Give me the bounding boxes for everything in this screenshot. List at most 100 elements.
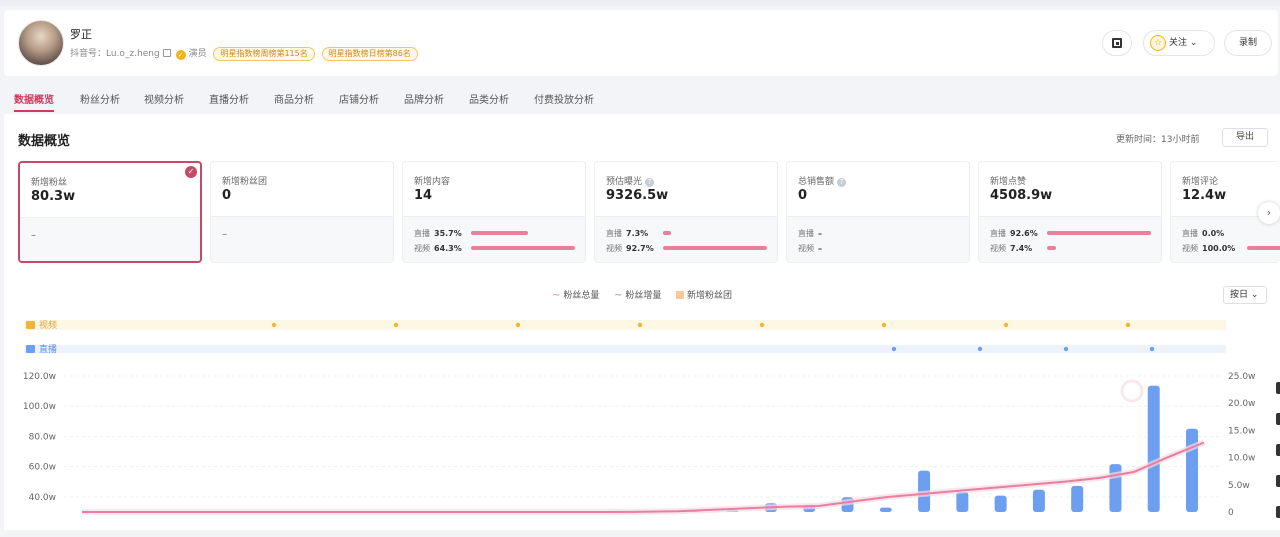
tab-goods[interactable]: 商品分析 xyxy=(274,91,314,106)
left-tick-label: 40.0w xyxy=(29,493,56,503)
export-button[interactable]: 导出 xyxy=(1222,128,1268,147)
tab-video[interactable]: 视频分析 xyxy=(144,91,184,106)
right-tick-label: 25.0w xyxy=(1228,372,1255,382)
live-share-row: 直播 35.7% xyxy=(414,228,462,239)
card-bottom-value: – xyxy=(222,229,227,240)
tab-overview[interactable]: 数据概览 xyxy=(14,91,54,112)
video-label: 视频 xyxy=(990,244,1006,253)
lane-video-label: 视频 xyxy=(39,319,57,331)
legend-increment[interactable]: ~ 粉丝增量 xyxy=(614,288,661,301)
legend-fan-group[interactable]: 新增粉丝团 xyxy=(676,288,732,301)
increment-bar xyxy=(956,491,969,512)
metric-card-new-content[interactable]: 新增内容 14 直播 35.7% 视频 64.3% xyxy=(402,161,586,263)
live-event-marker xyxy=(891,346,897,352)
video-pct: – xyxy=(818,244,822,253)
live-event-marker xyxy=(977,346,983,352)
left-tick-label: 120.0w xyxy=(23,372,56,382)
card-bottom: 直播 – 视频 – xyxy=(787,216,969,262)
update-time: 更新时间：13小时前 xyxy=(1116,132,1199,145)
right-tick-label: 20.0w xyxy=(1228,399,1255,409)
profile-name: 罗正 xyxy=(70,28,92,41)
tab-paid-ads[interactable]: 付费投放分析 xyxy=(534,91,594,106)
metric-card-new-likes[interactable]: 新增点赞 4508.9w 直播 92.6% 视频 7.4% xyxy=(978,161,1162,263)
tab-category[interactable]: 品类分析 xyxy=(469,91,509,106)
qrcode-button[interactable] xyxy=(1102,30,1132,56)
star-icon: ☆ xyxy=(1150,34,1166,51)
tab-live[interactable]: 直播分析 xyxy=(209,91,249,106)
live-share-bar xyxy=(663,231,671,235)
card-bottom: – xyxy=(211,216,393,262)
video-label: 视频 xyxy=(606,244,622,253)
live-label: 直播 xyxy=(798,229,814,238)
tab-fans[interactable]: 粉丝分析 xyxy=(80,91,120,106)
metric-card-new-fan-group[interactable]: 新增粉丝团 0 – xyxy=(210,161,394,263)
card-label-wrap: 总销售额? xyxy=(798,174,847,187)
increment-bar xyxy=(994,495,1007,512)
card-value: 4508.9w xyxy=(990,188,1053,203)
tool-icon[interactable] xyxy=(1276,444,1280,456)
increment-bar xyxy=(1071,485,1084,512)
live-share-row: 直播 92.6% xyxy=(990,228,1038,239)
follow-button[interactable]: ☆ 关注 ⌄ xyxy=(1143,30,1215,56)
left-tick-label: 80.0w xyxy=(29,432,56,442)
live-event-marker xyxy=(1063,346,1069,352)
right-tick-label: 5.0w xyxy=(1228,481,1250,491)
help-icon[interactable]: ? xyxy=(645,178,655,187)
video-label: 视频 xyxy=(414,244,430,253)
update-label: 更新时间： xyxy=(1116,135,1162,145)
card-bottom: 直播 92.6% 视频 7.4% xyxy=(979,216,1161,262)
rank-badge-weekly[interactable]: 明星指数榜周榜第115名 xyxy=(213,47,315,61)
role-label: 演员 xyxy=(188,49,207,59)
increment-bar xyxy=(1186,428,1198,512)
tool-icon[interactable] xyxy=(1276,382,1280,394)
help-icon[interactable]: ? xyxy=(837,178,847,187)
card-label: 新增内容 xyxy=(414,177,451,187)
card-value: 80.3w xyxy=(31,189,76,204)
live-label: 直播 xyxy=(1182,229,1198,238)
metric-card-sales[interactable]: 总销售额? 0 直播 – 视频 – xyxy=(786,161,970,263)
lane-live-label: 直播 xyxy=(39,343,57,355)
video-lane-icon xyxy=(26,321,35,329)
legend-fan-group-label: 新增粉丝团 xyxy=(687,291,733,301)
chevron-right-icon[interactable]: › xyxy=(1258,202,1280,224)
record-button[interactable]: 录制 xyxy=(1224,30,1272,56)
card-label: 新增粉丝 xyxy=(31,178,68,188)
tab-brand[interactable]: 品牌分析 xyxy=(404,91,444,106)
tab-shop[interactable]: 店铺分析 xyxy=(339,91,379,106)
live-pct: 0.0% xyxy=(1202,229,1225,238)
card-bottom: 直播 7.3% 视频 92.7% xyxy=(595,216,777,262)
rank-badge-daily[interactable]: 明星指数榜日榜第86名 xyxy=(321,47,418,61)
douyin-label: 抖音号： xyxy=(70,49,107,59)
video-pct: 92.7% xyxy=(626,244,654,253)
overview-panel: 数据概览 更新时间：13小时前 导出 ✓ 新增粉丝 80.3w – 新增粉丝团 … xyxy=(4,114,1280,530)
card-label: 新增点赞 xyxy=(990,177,1027,187)
live-pct: 7.3% xyxy=(626,229,649,238)
video-share-row: 视频 92.7% xyxy=(606,243,654,254)
video-pct: 7.4% xyxy=(1010,244,1033,253)
video-share-bar xyxy=(1247,246,1280,250)
live-share-row: 直播 7.3% xyxy=(606,228,648,239)
video-event-marker xyxy=(881,322,887,328)
right-axis: 25.0w 20.0w 15.0w 10.0w 5.0w 0 xyxy=(1228,372,1255,518)
metric-card-new-fans[interactable]: ✓ 新增粉丝 80.3w – xyxy=(18,161,202,263)
tool-icon[interactable] xyxy=(1276,475,1280,487)
video-share-bar xyxy=(471,246,575,250)
left-axis: 120.0w 100.0w 80.0w 60.0w 40.0w xyxy=(23,372,56,503)
top-strip xyxy=(0,0,1280,6)
right-tick-label: 10.0w xyxy=(1228,454,1255,464)
video-share-bar xyxy=(1047,246,1056,250)
tool-icon[interactable] xyxy=(1276,506,1280,518)
metric-card-exposure[interactable]: 预估曝光? 9326.5w 直播 7.3% 视频 92.7% xyxy=(594,161,778,263)
card-label: 新增粉丝团 xyxy=(222,177,268,187)
lane-video: 视频 xyxy=(24,319,1226,331)
granularity-select[interactable]: 按日 ⌄ xyxy=(1223,286,1267,304)
legend-total-label: 粉丝总量 xyxy=(563,291,600,301)
chevron-down-icon: ⌄ xyxy=(1187,38,1198,48)
tool-icon[interactable] xyxy=(1276,413,1280,425)
copy-icon[interactable] xyxy=(162,49,171,57)
increment-bar xyxy=(1032,489,1045,512)
legend-total[interactable]: ~ 粉丝总量 xyxy=(552,288,599,301)
avatar[interactable] xyxy=(18,20,64,66)
card-value: 0 xyxy=(222,188,232,203)
card-label-wrap: 预估曝光? xyxy=(606,174,655,187)
